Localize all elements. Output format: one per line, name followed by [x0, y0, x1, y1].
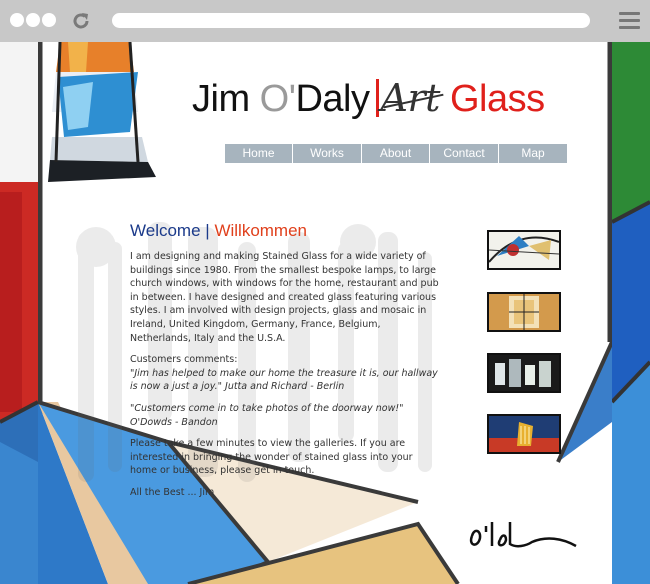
quote-odowds: "Customers come in to take photos of the… [130, 402, 404, 428]
nav-about[interactable]: About [361, 144, 429, 163]
site-title[interactable]: Jim O'Daly Art Glass [192, 76, 545, 121]
gallery-thumbnail-2[interactable] [487, 292, 561, 332]
window-dot[interactable] [42, 13, 56, 27]
heading-welcome: Welcome [130, 221, 201, 240]
comments-label: Customers comments: [130, 354, 238, 366]
gallery-thumbnail-1[interactable] [487, 230, 561, 270]
browser-toolbar [0, 0, 650, 42]
nav-works[interactable]: Works [292, 144, 361, 163]
signoff: All the Best ... Jim [130, 486, 215, 498]
site-page: Jim O'Daly Art Glass Home Works About Con… [38, 42, 612, 584]
gallery-thumbnail-4[interactable] [487, 414, 561, 454]
title-glass: Glass [449, 78, 545, 120]
gallery-thumbnail-3[interactable] [487, 353, 561, 393]
heading-willkommen: Willkommen [214, 221, 307, 240]
invite-paragraph: Please take a few minutes to view the ga… [130, 438, 413, 477]
handwritten-signature [469, 522, 577, 548]
welcome-heading: Welcome | Willkommen [130, 220, 442, 242]
nav-map[interactable]: Map [498, 144, 567, 163]
title-o-apostrophe: O' [259, 78, 296, 120]
title-art: Art [381, 76, 444, 120]
main-content: Welcome | Willkommen I am designing and … [130, 220, 442, 508]
reload-icon[interactable] [70, 10, 92, 32]
window-dot[interactable] [10, 13, 24, 27]
hamburger-menu-icon[interactable] [619, 12, 640, 30]
title-divider [375, 79, 379, 117]
main-nav: Home Works About Contact Map [224, 144, 567, 163]
nav-home[interactable]: Home [224, 144, 292, 163]
nav-contact[interactable]: Contact [429, 144, 498, 163]
address-bar[interactable] [112, 13, 590, 28]
quote-jutta-richard: "Jim has helped to make our home the tre… [130, 367, 438, 393]
heading-separator: | [205, 221, 210, 240]
window-dot[interactable] [26, 13, 40, 27]
title-daly: Daly [295, 78, 370, 120]
intro-paragraph: I am designing and making Stained Glass … [130, 251, 439, 344]
title-jim: Jim [192, 78, 250, 120]
